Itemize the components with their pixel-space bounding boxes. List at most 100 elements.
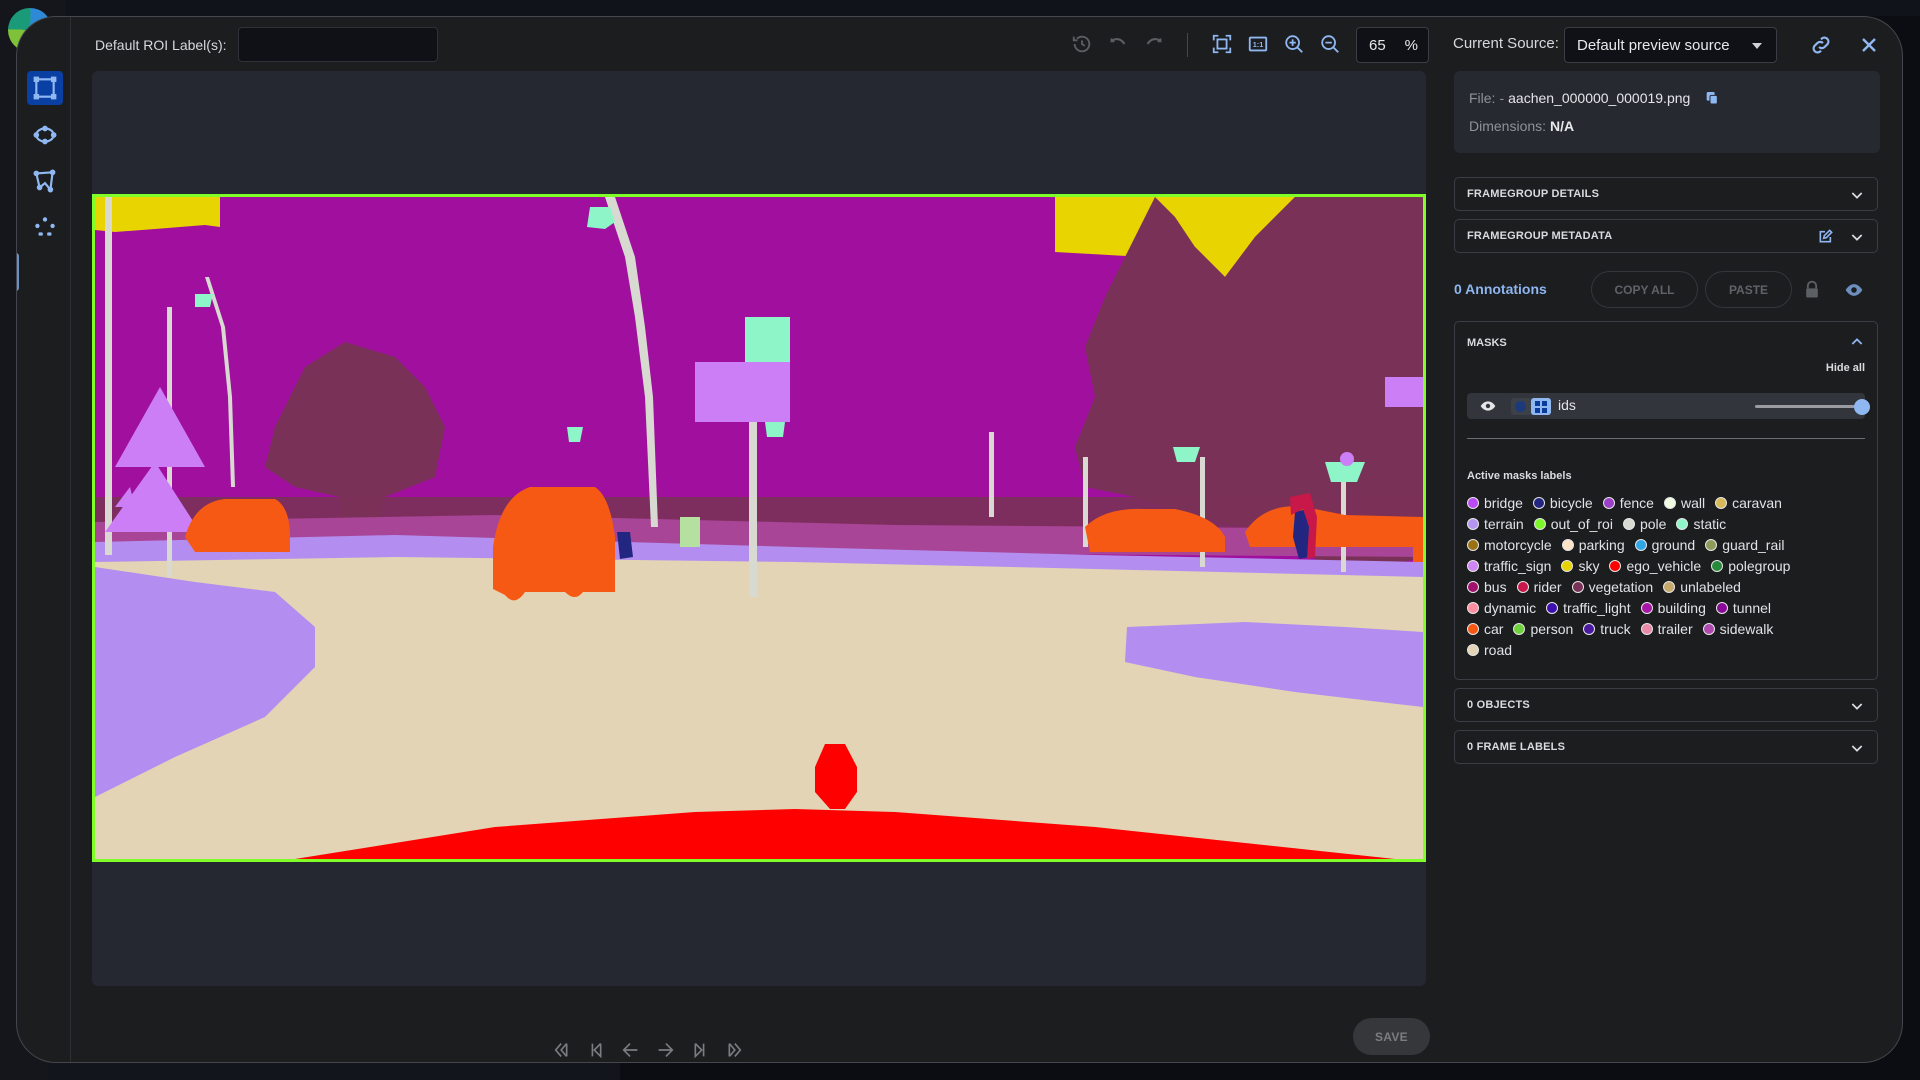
mask-label-motorcycle[interactable]: motorcycle xyxy=(1467,534,1552,555)
legend-row: car person truck trailer sidewalk xyxy=(1467,618,1871,639)
mask-label-vegetation[interactable]: vegetation xyxy=(1571,576,1653,597)
rail-drawer-handle[interactable] xyxy=(17,253,19,291)
color-swatch-icon xyxy=(1702,622,1715,635)
mask-label-bus[interactable]: bus xyxy=(1467,576,1507,597)
previous-keyframe-button[interactable] xyxy=(583,1035,611,1062)
mask-label-parking[interactable]: parking xyxy=(1561,534,1625,555)
mask-label-ego-vehicle[interactable]: ego_vehicle xyxy=(1609,555,1701,576)
mask-label-bicycle[interactable]: bicycle xyxy=(1532,492,1593,513)
mask-label-rider[interactable]: rider xyxy=(1516,576,1562,597)
chevron-down-icon xyxy=(1851,745,1863,752)
mask-label-guard-rail[interactable]: guard_rail xyxy=(1705,534,1784,555)
bounding-box-tool[interactable] xyxy=(27,71,63,105)
color-swatch-icon xyxy=(1467,538,1479,551)
eye-icon[interactable] xyxy=(1844,280,1864,300)
legend-row: bus rider vegetation unlabeled xyxy=(1467,576,1871,597)
zoom-unit: % xyxy=(1404,36,1418,54)
copy-all-button[interactable]: COPY ALL xyxy=(1591,271,1698,308)
chevron-up-icon[interactable] xyxy=(1849,334,1865,350)
ellipse-icon xyxy=(33,125,57,145)
tool-rail xyxy=(17,17,71,1062)
mask-label-dynamic[interactable]: dynamic xyxy=(1467,597,1536,618)
hide-all-button[interactable]: Hide all xyxy=(1826,362,1865,374)
mask-label-text: trailer xyxy=(1657,620,1693,637)
mask-view-toggle[interactable] xyxy=(1511,398,1551,415)
next-frame-button[interactable] xyxy=(651,1035,679,1062)
mask-label-traffic-light[interactable]: traffic_light xyxy=(1546,597,1631,618)
color-swatch-icon xyxy=(1676,517,1689,530)
mask-label-text: rider xyxy=(1533,578,1562,595)
history-button[interactable] xyxy=(1069,31,1095,57)
arrow-left-icon xyxy=(622,1042,638,1058)
source-select[interactable]: Default preview source xyxy=(1564,27,1777,63)
fit-screen-button[interactable] xyxy=(1209,31,1235,57)
mask-label-caravan[interactable]: caravan xyxy=(1715,492,1782,513)
actual-size-button[interactable]: 1:1 xyxy=(1245,31,1271,57)
mask-label-polegroup[interactable]: polegroup xyxy=(1711,555,1790,576)
eye-icon[interactable] xyxy=(1480,399,1496,413)
background-strip xyxy=(48,1063,620,1080)
opacity-slider-thumb[interactable] xyxy=(1854,399,1870,415)
mask-label-terrain[interactable]: terrain xyxy=(1467,513,1524,534)
color-swatch-icon xyxy=(1516,580,1529,593)
mask-label-text: building xyxy=(1657,599,1706,616)
zoom-in-button[interactable] xyxy=(1281,31,1307,57)
mask-label-traffic-sign[interactable]: traffic_sign xyxy=(1467,555,1551,576)
mask-label-unlabeled[interactable]: unlabeled xyxy=(1663,576,1741,597)
last-frame-button[interactable] xyxy=(719,1035,747,1062)
link-icon[interactable] xyxy=(1809,33,1833,57)
mask-label-text: wall xyxy=(1680,494,1706,511)
ellipse-tool[interactable] xyxy=(27,118,63,152)
redo-button[interactable] xyxy=(1141,31,1167,57)
mask-label-wall[interactable]: wall xyxy=(1663,492,1706,513)
arrow-right-icon xyxy=(658,1042,674,1058)
paste-button[interactable]: PASTE xyxy=(1705,271,1792,308)
segmentation-mask-image[interactable] xyxy=(92,194,1426,862)
mask-label-road[interactable]: road xyxy=(1467,639,1512,660)
opacity-slider-track[interactable] xyxy=(1755,405,1855,408)
mask-label-fence[interactable]: fence xyxy=(1602,492,1654,513)
frame-labels-accordion[interactable]: 0 FRAME LABELS xyxy=(1454,730,1878,764)
framegroup-metadata-title: FRAMEGROUP METADATA xyxy=(1467,230,1613,242)
mask-label-building[interactable]: building xyxy=(1640,597,1706,618)
mask-traffic-sign xyxy=(1340,452,1354,466)
color-swatch-icon xyxy=(1561,559,1574,572)
mask-label-truck[interactable]: truck xyxy=(1583,618,1631,639)
zoom-out-button[interactable] xyxy=(1317,31,1343,57)
first-frame-button[interactable] xyxy=(549,1035,577,1062)
undo-button[interactable] xyxy=(1105,31,1131,57)
framegroup-metadata-accordion[interactable]: FRAMEGROUP METADATA xyxy=(1454,219,1878,253)
edit-icon[interactable] xyxy=(1817,229,1833,245)
mask-car xyxy=(493,487,615,601)
double-chevron-right-icon xyxy=(728,1043,742,1057)
mask-label-sky[interactable]: sky xyxy=(1561,555,1599,576)
color-swatch-icon xyxy=(1467,580,1479,593)
objects-accordion[interactable]: 0 OBJECTS xyxy=(1454,688,1878,722)
mask-label-car[interactable]: car xyxy=(1467,618,1503,639)
lock-icon[interactable] xyxy=(1802,280,1822,300)
mask-label-pole[interactable]: pole xyxy=(1622,513,1666,534)
legend-row: dynamic traffic_light building tunnel xyxy=(1467,597,1871,618)
save-button[interactable]: SAVE xyxy=(1353,1018,1430,1055)
previous-frame-button[interactable] xyxy=(617,1035,645,1062)
polygon-tool[interactable] xyxy=(27,164,63,198)
mask-label-sidewalk[interactable]: sidewalk xyxy=(1702,618,1773,639)
mask-label-ground[interactable]: ground xyxy=(1634,534,1695,555)
mask-label-out-of-roi[interactable]: out_of_roi xyxy=(1533,513,1613,534)
mask-label-person[interactable]: person xyxy=(1513,618,1573,639)
roi-label-input[interactable] xyxy=(238,27,438,62)
zoom-level-input[interactable]: 65 % xyxy=(1356,27,1429,63)
color-swatch-icon xyxy=(1513,622,1526,635)
copy-icon[interactable] xyxy=(1704,90,1720,106)
mask-label-static[interactable]: static xyxy=(1676,513,1726,534)
mask-label-trailer[interactable]: trailer xyxy=(1640,618,1693,639)
annotation-canvas[interactable] xyxy=(92,71,1426,986)
grid-mode-icon xyxy=(1531,398,1551,415)
mask-static-lamp xyxy=(195,294,213,307)
mask-label-bridge[interactable]: bridge xyxy=(1467,492,1523,513)
close-icon[interactable] xyxy=(1857,33,1881,57)
next-keyframe-button[interactable] xyxy=(685,1035,713,1062)
mask-label-tunnel[interactable]: tunnel xyxy=(1715,597,1771,618)
keypoints-tool[interactable] xyxy=(27,210,63,244)
framegroup-details-accordion[interactable]: FRAMEGROUP DETAILS xyxy=(1454,177,1878,211)
